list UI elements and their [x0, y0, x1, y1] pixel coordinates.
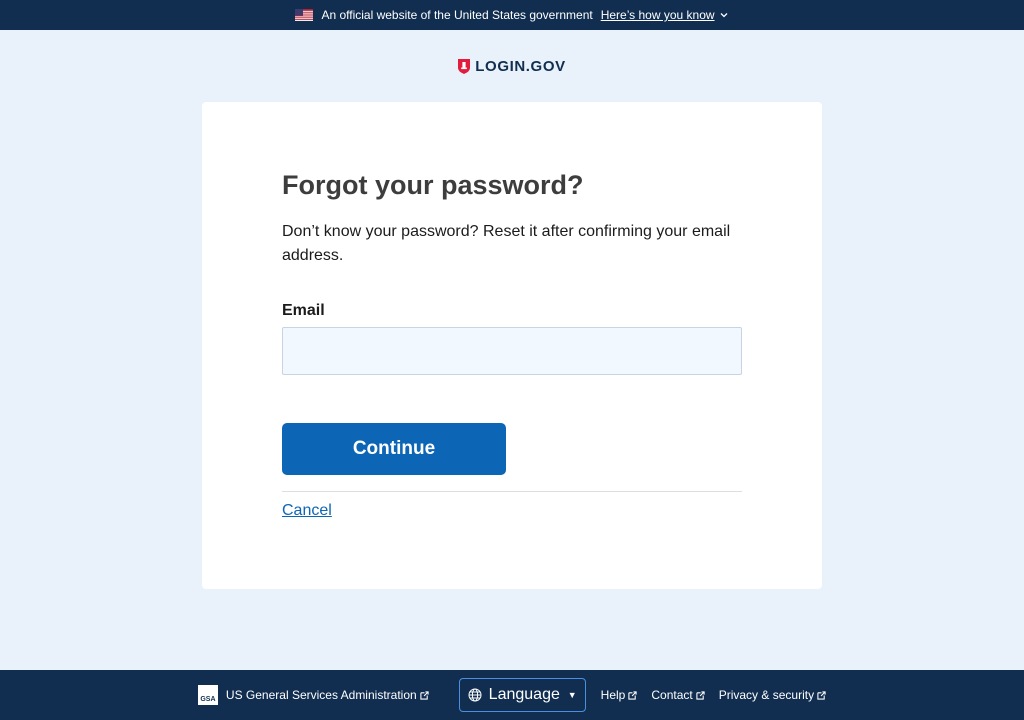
heres-how-you-know-label: Here’s how you know: [600, 8, 715, 22]
footer: GSA US General Services Administration L…: [0, 670, 1024, 720]
email-field[interactable]: [282, 327, 742, 375]
privacy-security-link[interactable]: Privacy & security: [719, 688, 826, 702]
login-shield-icon: [458, 58, 471, 74]
intro-text: Don’t know your password? Reset it after…: [282, 223, 731, 264]
external-link-icon: [696, 690, 705, 700]
gsa-label-text: US General Services Administration: [225, 688, 417, 702]
brand-logo-text[interactable]: LOGIN.GOV: [475, 58, 565, 75]
privacy-security-link-label: Privacy & security: [718, 688, 815, 702]
gsa-link[interactable]: GSA US General Services Administration: [197, 685, 429, 705]
external-link-icon: [628, 690, 637, 700]
external-link-icon: [420, 690, 429, 700]
footer-links: Help Contact Privacy & security: [601, 688, 826, 702]
forgot-password-card: Forgot your password? Don’t know your pa…: [202, 102, 822, 589]
brand-header: LOGIN.GOV: [0, 30, 1024, 102]
help-link-label: Help: [600, 688, 626, 702]
us-flag-icon: [295, 9, 314, 21]
language-label: Language: [488, 686, 560, 703]
gsa-logo: GSA: [197, 685, 218, 705]
page-title: Forgot your password?: [282, 170, 584, 200]
cancel-link[interactable]: Cancel: [282, 502, 332, 519]
help-link[interactable]: Help: [601, 688, 638, 702]
caret-down-icon: ▼: [567, 690, 577, 700]
gsa-link-label: US General Services Administration: [226, 688, 429, 702]
gov-banner-text: An official website of the United States…: [321, 8, 593, 22]
contact-link[interactable]: Contact: [651, 688, 705, 702]
contact-link-label: Contact: [651, 688, 693, 702]
continue-button[interactable]: Continue: [282, 423, 506, 475]
globe-icon: [468, 688, 482, 702]
chevron-down-icon: [720, 13, 728, 18]
heres-how-you-know-link[interactable]: Here’s how you know: [601, 8, 729, 22]
language-selector[interactable]: Language ▼: [458, 678, 586, 712]
email-label: Email: [282, 302, 325, 319]
external-link-icon: [817, 690, 826, 700]
divider: [282, 491, 742, 492]
gov-banner: An official website of the United States…: [0, 0, 1024, 30]
